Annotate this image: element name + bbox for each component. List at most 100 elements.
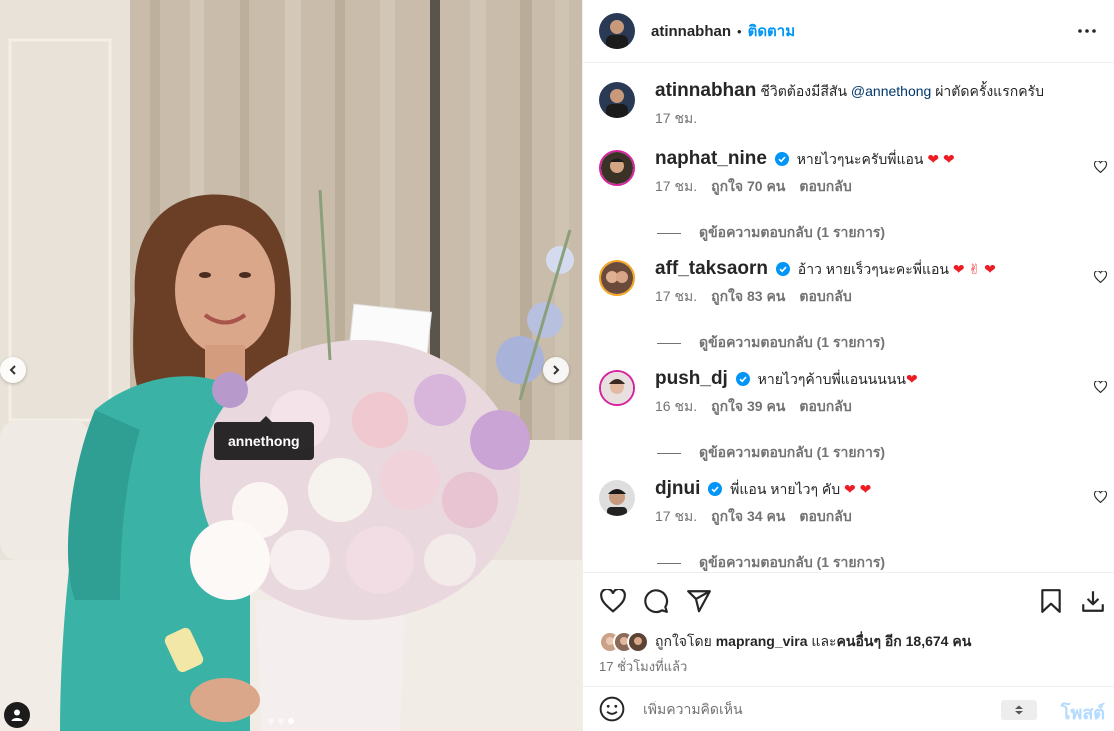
input-aux-toggle[interactable]: [1001, 700, 1037, 720]
comment-item: djnui พี่แอน หายไวๆ คับ ❤ ❤ 17 ชม. ถูกใจ…: [599, 478, 1114, 528]
view-replies-button[interactable]: ดูข้อความตอบกลับ (1 รายการ): [657, 442, 885, 464]
verified-badge-icon: [708, 482, 723, 496]
comment-item: aff_taksaorn อ้าว หายเร็วๆนะคะพี่แอน ❤ ✌…: [599, 258, 1114, 308]
action-bar: [583, 572, 1114, 630]
tagged-users-button[interactable]: [4, 702, 30, 728]
caption-text-after: ผ่าตัดครั้งแรกครับ: [931, 83, 1044, 99]
comment-composer: โพสต์: [583, 686, 1114, 731]
reply-button[interactable]: ตอบกลับ: [799, 176, 851, 198]
caption-time: 17 ชม.: [655, 110, 698, 126]
comment-time: 17 ชม.: [655, 288, 698, 304]
liked-by-prefix: ถูกใจโดย: [655, 633, 716, 649]
comment-time: 16 ชม.: [655, 398, 698, 414]
verified-badge-icon: [774, 152, 789, 166]
comment-emoji: ❤ ❤: [927, 151, 955, 167]
comment-avatar[interactable]: [599, 260, 635, 296]
comment-input[interactable]: [643, 701, 1003, 717]
comment-username[interactable]: naphat_nine: [655, 148, 767, 169]
download-icon: [1082, 591, 1104, 612]
caption-mention[interactable]: @annethong: [851, 83, 931, 99]
comment-username[interactable]: djnui: [655, 478, 700, 499]
user-icon: [11, 709, 23, 721]
slide-dot-active: [288, 718, 294, 724]
caption-username[interactable]: atinnabhan: [655, 80, 756, 101]
comment-like-button[interactable]: [1093, 270, 1108, 288]
share-button[interactable]: [685, 587, 713, 615]
comment-likes[interactable]: ถูกใจ 70 คน: [711, 176, 785, 198]
heart-icon: [600, 589, 626, 613]
liked-by-user[interactable]: maprang_vira: [716, 633, 808, 649]
liked-by-others[interactable]: คนอื่นๆ อีก 18,674 คน: [837, 633, 972, 649]
author-username[interactable]: atinnabhan: [651, 23, 731, 40]
view-replies-button[interactable]: ดูข้อความตอบกลับ (1 รายการ): [657, 222, 885, 244]
liked-by: ถูกใจโดย maprang_vira และคนอื่นๆ อีก 18,…: [599, 630, 971, 654]
comment-likes[interactable]: ถูกใจ 39 คน: [711, 396, 785, 418]
separator-dot: •: [737, 23, 742, 39]
comment-text: พี่แอน หายไวๆ คับ: [730, 481, 841, 497]
caption: atinnabhan ชีวิตต้องมีสีสัน @annethong ผ่…: [599, 80, 1114, 130]
caption-text-before: ชีวิตต้องมีสีสัน: [760, 83, 851, 99]
comment-like-button[interactable]: [1093, 160, 1108, 178]
slide-dot: [278, 718, 284, 724]
comment-username[interactable]: aff_taksaorn: [655, 258, 768, 279]
comment-avatar[interactable]: [599, 480, 635, 516]
comment-avatar[interactable]: [599, 150, 635, 186]
save-button[interactable]: [1037, 587, 1065, 615]
liked-by-text: ถูกใจโดย maprang_vira และคนอื่นๆ อีก 18,…: [655, 631, 971, 653]
comment-time: 17 ชม.: [655, 178, 698, 194]
caption-avatar[interactable]: [599, 82, 635, 118]
send-icon: [687, 590, 711, 613]
view-replies-button[interactable]: ดูข้อความตอบกลับ (1 รายการ): [657, 552, 885, 572]
comment-time: 17 ชม.: [655, 508, 698, 524]
sort-arrows-icon: [1015, 705, 1023, 715]
next-slide-button[interactable]: [543, 357, 569, 383]
heart-icon: [1093, 270, 1108, 284]
comment-likes[interactable]: ถูกใจ 83 คน: [711, 286, 785, 308]
heart-icon: [1093, 380, 1108, 394]
comment-emoji: ❤ ✌ ❤: [952, 261, 996, 277]
comment-username[interactable]: push_dj: [655, 368, 728, 389]
comment-text: หายไวๆนะครับพี่แอน: [796, 151, 924, 167]
liker-avatars: [599, 630, 655, 654]
comment-item: push_dj หายไวๆค้าบพี่แอนนนนน❤ 16 ชม. ถูก…: [599, 368, 1114, 418]
liker-avatar[interactable]: [627, 631, 649, 653]
comments-list[interactable]: atinnabhan ชีวิตต้องมีสีสัน @annethong ผ่…: [583, 64, 1114, 572]
comment-icon: [644, 589, 669, 614]
view-replies-button[interactable]: ดูข้อความตอบกลับ (1 รายการ): [657, 332, 885, 354]
comment-likes[interactable]: ถูกใจ 34 คน: [711, 506, 785, 528]
chevron-left-icon: [9, 365, 16, 375]
chevron-right-icon: [553, 365, 560, 375]
comment-text: หายไวๆค้าบพี่แอนนนนน: [757, 371, 906, 387]
post-photo[interactable]: annethong: [0, 0, 582, 731]
emoji-icon[interactable]: [599, 696, 625, 722]
comment-item: naphat_nine หายไวๆนะครับพี่แอน ❤ ❤ 17 ชม…: [599, 148, 1114, 198]
comment-avatar[interactable]: [599, 370, 635, 406]
more-options-button[interactable]: [1076, 20, 1098, 42]
comment-emoji: ❤ ❤: [844, 481, 872, 497]
download-button[interactable]: [1079, 587, 1107, 615]
post-side-panel: atinnabhan • ติดตาม atinnabhan ชีวิตต้องม…: [582, 0, 1114, 731]
previous-slide-button[interactable]: [0, 357, 26, 383]
post-timestamp[interactable]: 17 ชั่วโมงที่แล้ว: [599, 656, 687, 677]
comment-emoji: ❤: [905, 371, 918, 387]
follow-button[interactable]: ติดตาม: [748, 19, 796, 43]
comment-button[interactable]: [642, 587, 670, 615]
reply-button[interactable]: ตอบกลับ: [799, 286, 851, 308]
slide-dot: [268, 718, 274, 724]
caption-text: atinnabhan ชีวิตต้องมีสีสัน @annethong ผ่…: [655, 80, 1114, 102]
verified-badge-icon: [735, 372, 750, 386]
user-tag[interactable]: annethong: [214, 416, 314, 460]
slide-indicator: [268, 718, 294, 724]
author-avatar[interactable]: [599, 13, 635, 49]
more-horizontal-icon: [1078, 29, 1096, 33]
reply-button[interactable]: ตอบกลับ: [799, 396, 851, 418]
comment-text: อ้าว หายเร็วๆนะคะพี่แอน: [797, 261, 949, 277]
comment-like-button[interactable]: [1093, 490, 1108, 508]
bookmark-icon: [1041, 589, 1061, 613]
post-comment-button[interactable]: โพสต์: [1061, 698, 1105, 727]
reply-button[interactable]: ตอบกลับ: [799, 506, 851, 528]
heart-icon: [1093, 490, 1108, 504]
comment-like-button[interactable]: [1093, 380, 1108, 398]
like-button[interactable]: [599, 587, 627, 615]
heart-icon: [1093, 160, 1108, 174]
